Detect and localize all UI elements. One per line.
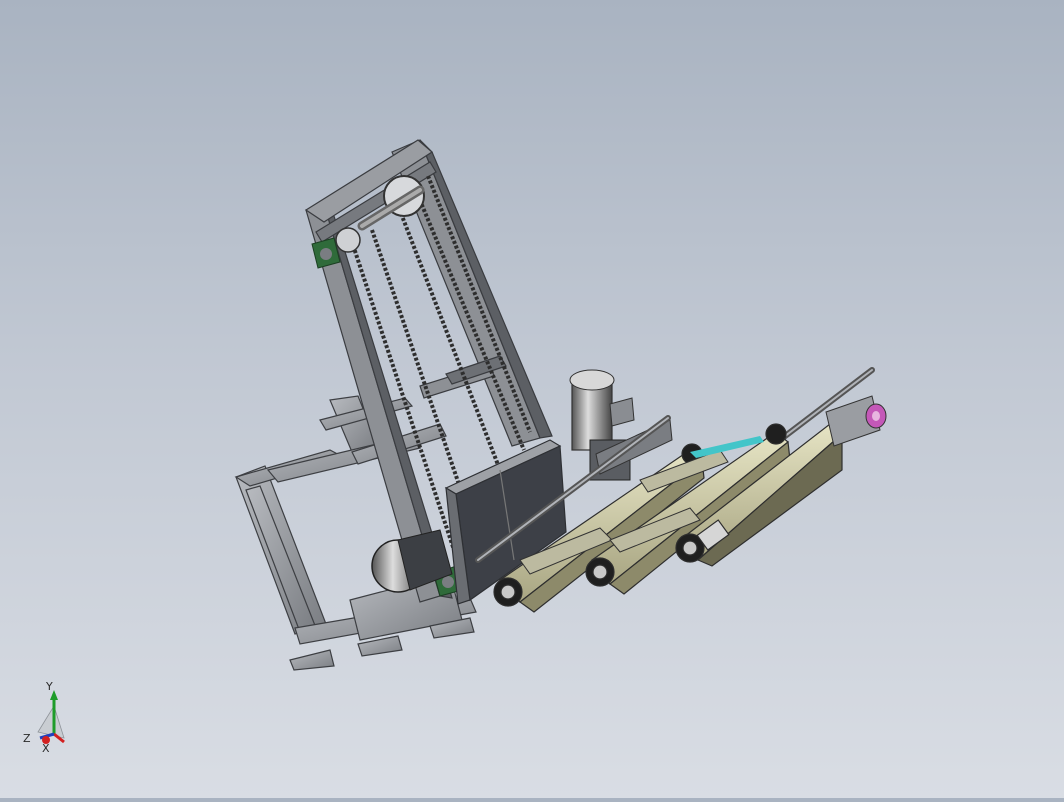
cad-model[interactable] (0, 0, 1064, 798)
end-drive (825, 395, 887, 447)
cad-viewport[interactable]: Y Z X (0, 0, 1064, 798)
x-axis-label: X (42, 742, 50, 755)
z-axis-label: Z (23, 732, 31, 745)
triad-cone-icon (37, 705, 65, 739)
orientation-triad[interactable]: Y Z X (18, 676, 78, 756)
y-axis-label: Y (45, 680, 53, 693)
